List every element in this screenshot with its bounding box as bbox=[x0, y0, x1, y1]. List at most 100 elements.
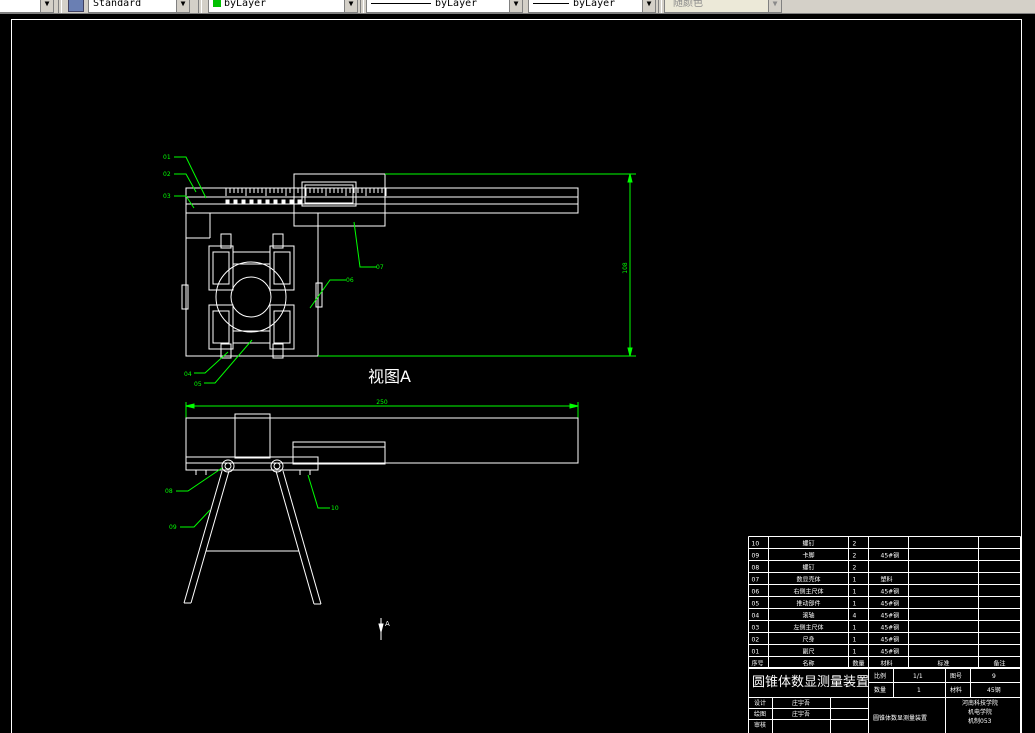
draw-label: 绘图 bbox=[754, 710, 766, 718]
scale-digit-mark bbox=[241, 199, 246, 204]
dimension-height-label: 108 bbox=[622, 262, 629, 274]
chevron-down-icon: ▼ bbox=[176, 0, 189, 12]
scale-label: 比例 bbox=[874, 672, 886, 680]
dimension-arrow bbox=[627, 173, 633, 183]
jaw-block-inner bbox=[273, 310, 291, 344]
table-cell: 右侧主尺体 bbox=[793, 588, 823, 596]
table-cell: 08 bbox=[752, 565, 760, 572]
chevron-down-icon: ▼ bbox=[40, 0, 53, 12]
front-view-callouts: 08 09 10 bbox=[165, 488, 339, 531]
clamp-body bbox=[185, 212, 319, 357]
school-line-2: 机电学院 bbox=[968, 708, 992, 716]
pivot-screw-inner bbox=[273, 462, 281, 470]
leg-right-outer bbox=[282, 470, 322, 605]
chevron-down-icon: ▼ bbox=[768, 0, 781, 12]
table-cell: 45#钢 bbox=[881, 552, 900, 560]
lineweight-control-select[interactable]: byLayer ▼ bbox=[528, 0, 656, 13]
table-cell: 1 bbox=[853, 625, 857, 632]
scale-digit-mark bbox=[225, 199, 230, 204]
table-cell: 2 bbox=[853, 553, 857, 560]
leader-line bbox=[174, 195, 195, 209]
linetype-value: byLayer bbox=[435, 0, 478, 9]
parts-list-table: 10 螺钉 2 09 卡脚 2 45#钢 08 螺钉 2 07 数显壳体 1 塑料 06 右侧主尺体 1 45#钢… bbox=[748, 536, 1021, 669]
section-label: A bbox=[385, 620, 390, 628]
table-header-cell: 数量 bbox=[853, 660, 865, 668]
callout-01: 01 bbox=[163, 154, 171, 161]
table-cell: 45#钢 bbox=[881, 648, 900, 656]
prev-dropdown[interactable]: ▼ bbox=[0, 0, 54, 13]
text-style-icon[interactable] bbox=[68, 0, 84, 12]
scale-value: 1/1 bbox=[913, 673, 923, 680]
leader-line bbox=[174, 156, 207, 199]
drawing-canvas[interactable]: 108 01 02 03 04 05 06 07 视图A 250 08 09 1… bbox=[0, 14, 1035, 733]
scale-digit-mark bbox=[265, 199, 270, 204]
front-view-leaders bbox=[176, 467, 330, 528]
table-header-cell: 名称 bbox=[802, 660, 814, 668]
table-cell: 2 bbox=[853, 541, 857, 548]
table-cell: 卡脚 bbox=[802, 552, 814, 560]
table-cell: 螺钉 bbox=[802, 540, 814, 548]
leg-right-inner bbox=[275, 470, 315, 605]
table-cell: 推动部件 bbox=[796, 600, 820, 608]
table-cell: 滚轴 bbox=[802, 612, 814, 620]
table-cell: 10 bbox=[752, 541, 760, 548]
front-clamp-block bbox=[234, 413, 271, 459]
callout-05: 05 bbox=[194, 381, 202, 388]
callout-09: 09 bbox=[169, 524, 177, 531]
callout-04: 04 bbox=[184, 371, 192, 378]
color-value: byLayer bbox=[224, 0, 267, 9]
table-header-cell: 序号 bbox=[752, 660, 764, 668]
lineweight-sample-icon bbox=[533, 2, 569, 4]
table-cell: 06 bbox=[752, 589, 760, 596]
material-value: 45钢 bbox=[987, 686, 1001, 694]
text-style-value: Standard bbox=[93, 0, 142, 9]
side-knob bbox=[181, 284, 189, 310]
table-header-cell: 材料 bbox=[881, 660, 893, 668]
front-slider-housing bbox=[292, 441, 386, 465]
linetype-sample-icon bbox=[371, 2, 431, 4]
design-label: 设计 bbox=[754, 699, 766, 707]
review-label: 审核 bbox=[754, 721, 766, 729]
table-cell: 2 bbox=[853, 565, 857, 572]
callout-10: 10 bbox=[331, 505, 339, 512]
plotstyle-value: 随颜色 bbox=[673, 0, 703, 9]
table-cell: 1 bbox=[853, 589, 857, 596]
table-cell: 尺身 bbox=[802, 636, 814, 644]
scale-digit-mark bbox=[281, 199, 286, 204]
callout-06: 06 bbox=[346, 277, 354, 284]
scale-digit-mark bbox=[289, 199, 294, 204]
text-style-select[interactable]: Standard ▼ bbox=[88, 0, 190, 13]
sheet-label: 图号 bbox=[950, 673, 962, 680]
color-control-select[interactable]: byLayer ▼ bbox=[208, 0, 358, 13]
leader-line bbox=[180, 509, 211, 528]
leader-line bbox=[204, 339, 253, 384]
plotstyle-control-select[interactable]: 随颜色 ▼ bbox=[664, 0, 782, 13]
dimension-width-label: 250 bbox=[376, 399, 388, 406]
table-cell: 副尺 bbox=[802, 648, 814, 656]
table-header-cell: 备注 bbox=[993, 660, 1005, 668]
toolbar-separator bbox=[360, 0, 364, 13]
table-cell: 45#钢 bbox=[881, 636, 900, 644]
leg-left-outer bbox=[183, 470, 223, 604]
table-cell: 1 bbox=[853, 577, 857, 584]
view-a-label: 视图A bbox=[368, 367, 411, 386]
title-block-text: 圆锥体数显测量装置 比例 1/1 图号 9 数量 1 材料 45钢 设计 庄宇吾… bbox=[752, 672, 1001, 729]
lineweight-value: byLayer bbox=[573, 0, 616, 9]
draw-name: 庄宇吾 bbox=[792, 710, 810, 718]
scale-digit-mark bbox=[233, 199, 238, 204]
table-cell: 04 bbox=[752, 613, 760, 620]
table-cell: 45#钢 bbox=[881, 624, 900, 632]
cone-inner-circle bbox=[230, 276, 272, 318]
table-cell: 1 bbox=[853, 637, 857, 644]
drawing-name: 圆锥体数显测量装置 bbox=[873, 714, 927, 722]
leader-line bbox=[353, 221, 377, 268]
table-header-cell: 标准 bbox=[937, 660, 949, 668]
callout-07: 07 bbox=[376, 264, 384, 271]
leg-left-inner bbox=[190, 470, 230, 604]
cone-outer-circle bbox=[215, 261, 287, 333]
display-window bbox=[301, 181, 357, 207]
linetype-control-select[interactable]: byLayer ▼ bbox=[366, 0, 523, 13]
section-arrow-icon bbox=[378, 623, 384, 633]
table-cell: 45#钢 bbox=[881, 612, 900, 620]
leader-line bbox=[309, 279, 346, 309]
